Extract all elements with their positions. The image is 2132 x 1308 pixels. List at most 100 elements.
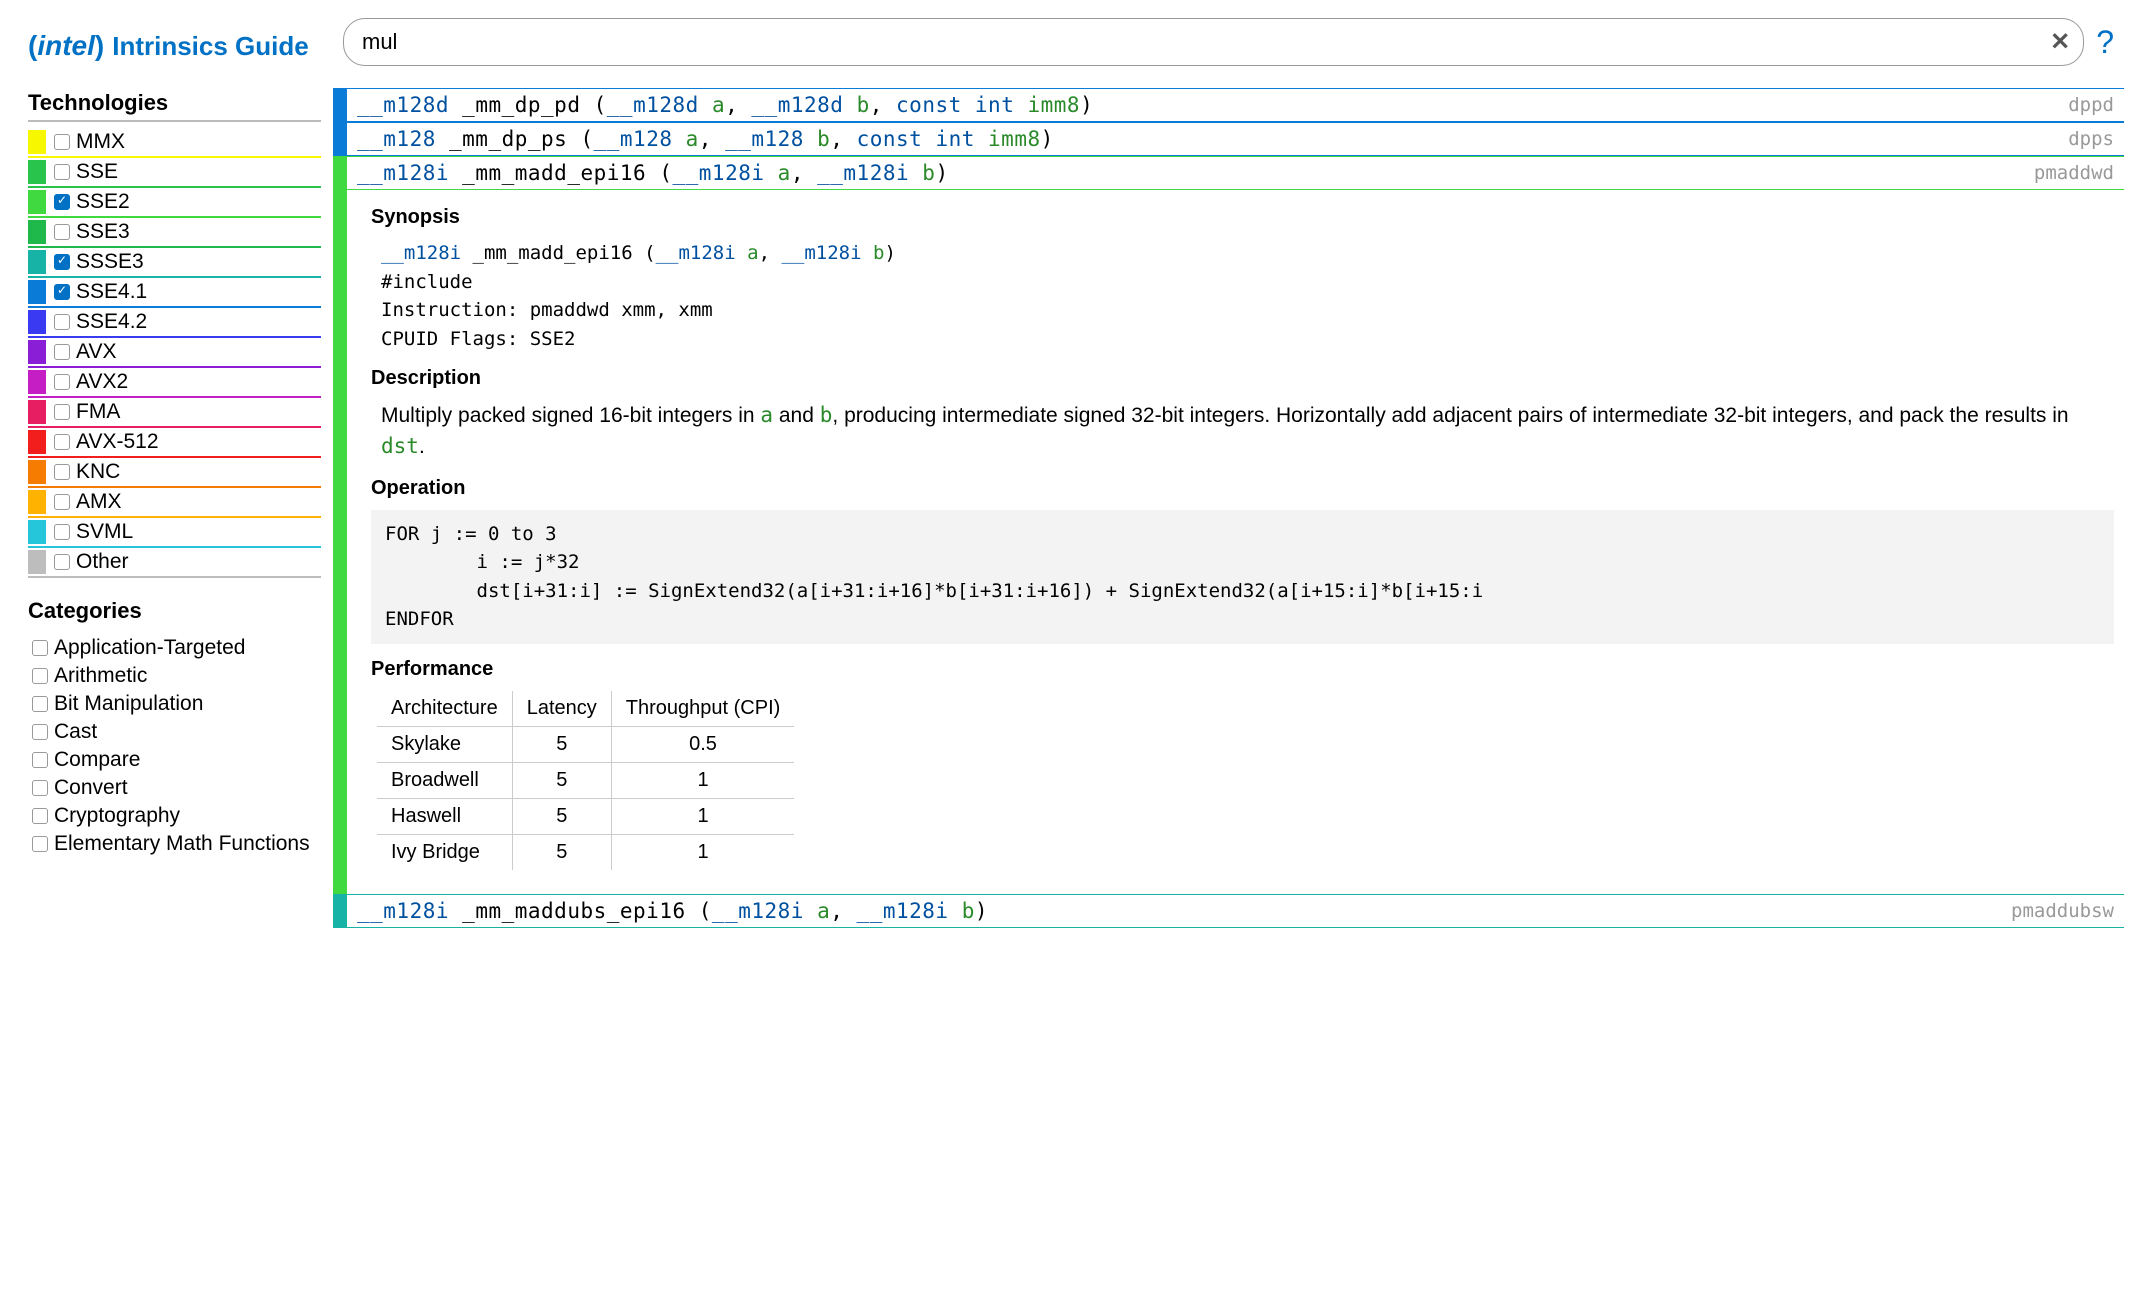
tech-checkbox[interactable] — [54, 254, 70, 270]
result-signature: __m128i _mm_maddubs_epi16 (__m128i a, __… — [347, 895, 2011, 927]
tech-checkbox[interactable] — [54, 314, 70, 330]
result-swatch — [333, 89, 347, 121]
tech-item-knc[interactable]: KNC — [28, 458, 321, 488]
tech-label: SSE2 — [76, 190, 130, 214]
tech-item-avx512[interactable]: AVX-512 — [28, 428, 321, 458]
tech-checkbox[interactable] — [54, 404, 70, 420]
tech-checkbox[interactable] — [54, 434, 70, 450]
tech-item-sse42[interactable]: SSE4.2 — [28, 308, 321, 338]
cat-item[interactable]: Cast — [28, 718, 321, 746]
operation-code: FOR j := 0 to 3 i := j*32 dst[i+31:i] :=… — [371, 510, 2114, 644]
cat-checkbox[interactable] — [32, 640, 48, 656]
tech-checkbox[interactable] — [54, 284, 70, 300]
result-row[interactable]: __m128i _mm_maddubs_epi16 (__m128i a, __… — [333, 894, 2124, 928]
tech-item-avx2[interactable]: AVX2 — [28, 368, 321, 398]
clear-search-button[interactable]: ✕ — [2050, 28, 2070, 57]
tech-label: SSE4.2 — [76, 310, 147, 334]
cat-item[interactable]: Cryptography — [28, 802, 321, 830]
result-instruction: dppd — [2068, 94, 2124, 116]
tech-swatch — [28, 190, 46, 214]
tech-item-sse[interactable]: SSE — [28, 158, 321, 188]
tech-item-ssse3[interactable]: SSSE3 — [28, 248, 321, 278]
cat-checkbox[interactable] — [32, 752, 48, 768]
tech-checkbox[interactable] — [54, 224, 70, 240]
tech-swatch — [28, 160, 46, 184]
table-row: Ivy Bridge51 — [377, 834, 794, 870]
tech-label: SSE3 — [76, 220, 130, 244]
result-row[interactable]: __m128 _mm_dp_ps (__m128 a, __m128 b, co… — [333, 122, 2124, 156]
tech-item-amx[interactable]: AMX — [28, 488, 321, 518]
tech-checkbox[interactable] — [54, 464, 70, 480]
tech-item-other[interactable]: Other — [28, 548, 321, 578]
tech-checkbox[interactable] — [54, 494, 70, 510]
tech-checkbox[interactable] — [54, 134, 70, 150]
tech-item-avx[interactable]: AVX — [28, 338, 321, 368]
cat-checkbox[interactable] — [32, 836, 48, 852]
categories-list: Application-Targeted Arithmetic Bit Manipu… — [28, 634, 321, 858]
tech-swatch — [28, 460, 46, 484]
result-signature: __m128i _mm_madd_epi16 (__m128i a, __m12… — [347, 157, 2034, 189]
tech-swatch — [28, 550, 46, 574]
tech-label: SSE — [76, 160, 118, 184]
technologies-list: MMX SSE SSE2 SSE3 SSSE3SSE4.1 SSE4.2 AVXAVX2 FM… — [28, 128, 321, 578]
tech-swatch — [28, 310, 46, 334]
tech-swatch — [28, 340, 46, 364]
cat-item[interactable]: Elementary Math Functions — [28, 830, 321, 858]
cat-label: Arithmetic — [54, 664, 147, 688]
categories-heading: Categories — [28, 598, 321, 628]
cat-checkbox[interactable] — [32, 668, 48, 684]
result-instruction: dpps — [2068, 128, 2124, 150]
synopsis-heading: Synopsis — [371, 206, 2114, 229]
tech-checkbox[interactable] — [54, 554, 70, 570]
cat-item[interactable]: Convert — [28, 774, 321, 802]
table-header: Latency — [512, 691, 611, 727]
tech-item-sse2[interactable]: SSE2 — [28, 188, 321, 218]
tech-label: SSE4.1 — [76, 280, 147, 304]
intel-logo: (intel) — [28, 30, 104, 62]
performance-heading: Performance — [371, 658, 2114, 681]
table-header: Throughput (CPI) — [611, 691, 794, 727]
help-button[interactable]: ? — [2096, 24, 2114, 61]
tech-checkbox[interactable] — [54, 164, 70, 180]
sidebar: (intel) Intrinsics Guide Technologies MM… — [0, 0, 333, 1308]
table-header: Architecture — [377, 691, 512, 727]
search-input[interactable] — [343, 18, 2084, 66]
tech-label: AVX-512 — [76, 430, 159, 454]
tech-label: AMX — [76, 490, 122, 514]
result-row[interactable]: __m128i _mm_madd_epi16 (__m128i a, __m12… — [333, 156, 2124, 190]
cat-checkbox[interactable] — [32, 724, 48, 740]
cat-item[interactable]: Application-Targeted — [28, 634, 321, 662]
cat-label: Bit Manipulation — [54, 692, 203, 716]
tech-item-fma[interactable]: FMA — [28, 398, 321, 428]
cat-item[interactable]: Bit Manipulation — [28, 690, 321, 718]
cat-checkbox[interactable] — [32, 780, 48, 796]
tech-checkbox[interactable] — [54, 194, 70, 210]
tech-label: AVX2 — [76, 370, 128, 394]
result-row[interactable]: __m128d _mm_dp_pd (__m128d a, __m128d b,… — [333, 88, 2124, 122]
result-signature: __m128d _mm_dp_pd (__m128d a, __m128d b,… — [347, 89, 2068, 121]
tech-item-mmx[interactable]: MMX — [28, 128, 321, 158]
tech-item-sse41[interactable]: SSE4.1 — [28, 278, 321, 308]
results-list: __m128d _mm_dp_pd (__m128d a, __m128d b,… — [333, 88, 2124, 1308]
main: ✕ ? __m128d _mm_dp_pd (__m128d a, __m128… — [333, 0, 2132, 1308]
cat-label: Application-Targeted — [54, 636, 245, 660]
tech-checkbox[interactable] — [54, 524, 70, 540]
tech-label: MMX — [76, 130, 125, 154]
cat-checkbox[interactable] — [32, 696, 48, 712]
tech-label: Other — [76, 550, 129, 574]
tech-item-sse3[interactable]: SSE3 — [28, 218, 321, 248]
cat-checkbox[interactable] — [32, 808, 48, 824]
operation-heading: Operation — [371, 477, 2114, 500]
tech-checkbox[interactable] — [54, 344, 70, 360]
tech-item-svml[interactable]: SVML — [28, 518, 321, 548]
detail-body: Synopsis__m128i _mm_madd_epi16 (__m128i … — [347, 190, 2124, 894]
tech-swatch — [28, 400, 46, 424]
top-bar: ✕ ? — [333, 0, 2124, 88]
tech-swatch — [28, 370, 46, 394]
tech-swatch — [28, 130, 46, 154]
tech-label: KNC — [76, 460, 120, 484]
cat-item[interactable]: Arithmetic — [28, 662, 321, 690]
tech-checkbox[interactable] — [54, 374, 70, 390]
cat-label: Convert — [54, 776, 128, 800]
cat-item[interactable]: Compare — [28, 746, 321, 774]
